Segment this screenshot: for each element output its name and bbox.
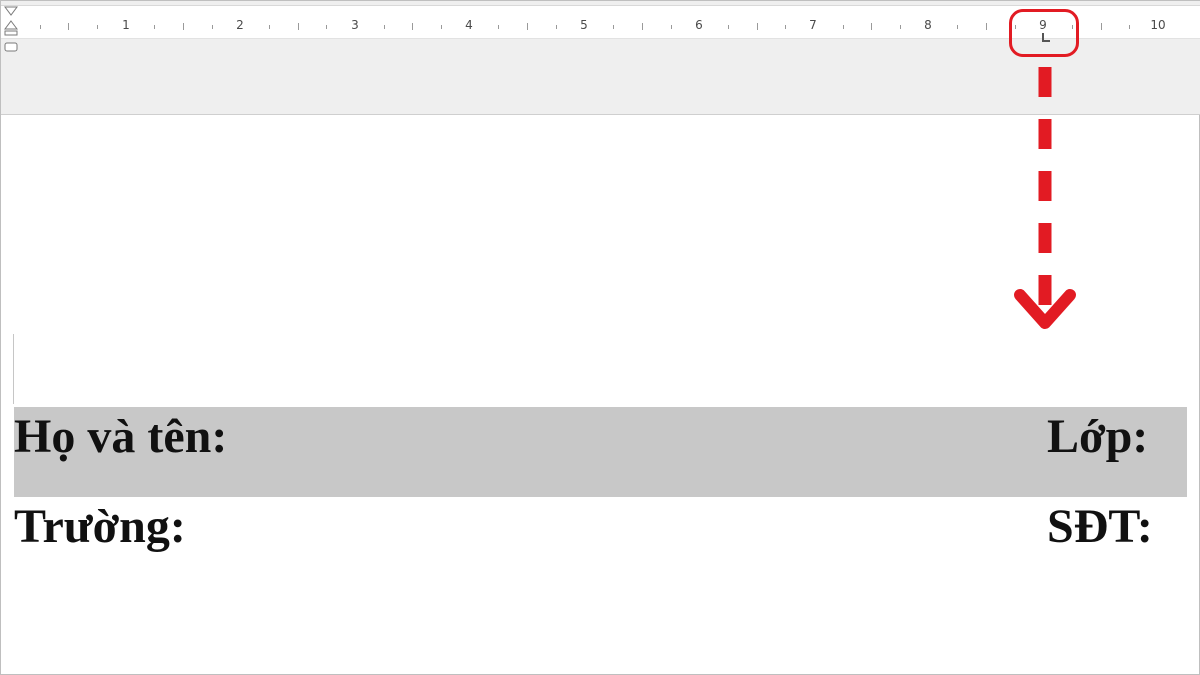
name-label[interactable]: Họ và tên: (14, 409, 227, 464)
ruler-tick (757, 23, 758, 30)
ruler-tick (40, 25, 41, 29)
form-row-name: Họ và tên: Lớp: (14, 407, 1187, 497)
dashed-arrow-down-icon (1014, 67, 1076, 329)
ruler-tick (269, 25, 270, 29)
form-row-school: Trường: SĐT: (14, 497, 1187, 587)
ruler-tick (498, 25, 499, 29)
ruler-tick (412, 23, 413, 30)
ruler-tick (986, 23, 987, 30)
ruler-tick (298, 23, 299, 30)
ruler-tick (183, 23, 184, 30)
ruler-number: 3 (351, 18, 359, 32)
ruler-tick (957, 25, 958, 29)
ruler-number: 8 (924, 18, 932, 32)
ruler-tick (441, 25, 442, 29)
ruler-tick (871, 23, 872, 30)
ruler-tick (728, 25, 729, 29)
ruler-number: 10 (1150, 18, 1166, 32)
ruler-tick (1129, 25, 1130, 29)
ruler-number: 2 (236, 18, 244, 32)
phone-label[interactable]: SĐT: (1047, 499, 1153, 554)
ruler-number: 5 (580, 18, 588, 32)
ruler-tick (68, 23, 69, 30)
text-boundary-line (13, 334, 14, 404)
class-label[interactable]: Lớp: (1047, 409, 1148, 464)
ruler-tick (843, 25, 844, 29)
ruler-tick (556, 25, 557, 29)
ruler-tick (97, 25, 98, 29)
ruler-tick (642, 23, 643, 30)
highlight-circle (1009, 9, 1079, 57)
ruler-tick (212, 25, 213, 29)
ruler-tick (1101, 23, 1102, 30)
document-window: 1 2 3 4 5 6 7 8 9 10 Họ và tên: Lớp: Trư… (0, 0, 1200, 675)
ruler-tick (384, 25, 385, 29)
ruler-tick (785, 25, 786, 29)
ruler-number: 7 (809, 18, 817, 32)
ruler-tick (326, 25, 327, 29)
ruler-tick (527, 23, 528, 30)
ruler-number: 6 (695, 18, 703, 32)
ruler-tick (154, 25, 155, 29)
ruler-tick (613, 25, 614, 29)
ruler-tick (671, 25, 672, 29)
school-label[interactable]: Trường: (14, 499, 186, 554)
ruler-number: 4 (465, 18, 473, 32)
ruler-number: 1 (122, 18, 130, 32)
indent-marker-icon[interactable] (3, 5, 19, 55)
ruler-tick (900, 25, 901, 29)
